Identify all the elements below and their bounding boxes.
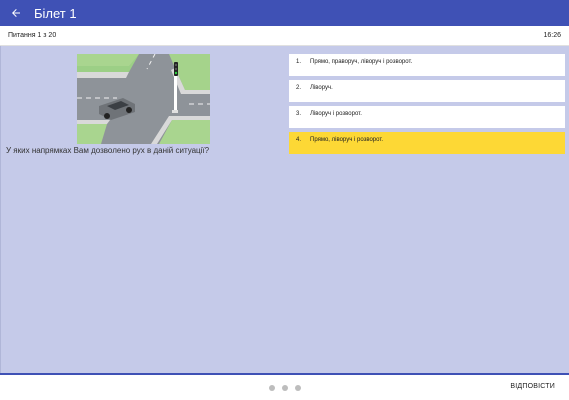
- status-bar: Питання 1 з 20 16:26: [0, 26, 569, 46]
- page-dot: [268, 384, 275, 391]
- submit-answer-button[interactable]: ВІДПОВІСТИ: [510, 383, 555, 390]
- answer-text: Прямо, праворуч, ліворуч і розворот.: [310, 59, 413, 65]
- question-area: У яких напрямках Вам дозволено рух в дан…: [0, 46, 569, 373]
- answer-option-2[interactable]: 2. Ліворуч.: [289, 80, 565, 102]
- answer-option-4[interactable]: 4. Прямо, ліворуч і розворот.: [289, 132, 565, 154]
- bottom-bar: ВІДПОВІСТИ: [0, 373, 569, 400]
- answer-option-1[interactable]: 1. Прямо, праворуч, ліворуч і розворот.: [289, 54, 565, 76]
- answer-number: 2.: [296, 85, 302, 91]
- answer-text: Прямо, ліворуч і розворот.: [310, 137, 384, 143]
- situation-image: [77, 54, 210, 144]
- answer-number: 1.: [296, 59, 302, 65]
- app-bar: Білет 1: [0, 0, 569, 26]
- back-button[interactable]: [2, 0, 30, 26]
- answer-list: 1. Прямо, праворуч, ліворуч і розворот. …: [289, 54, 565, 158]
- arrow-back-icon: [12, 9, 20, 17]
- ticket-title: Білет 1: [34, 5, 77, 21]
- timer: 16:26: [543, 32, 561, 39]
- question-progress: Питання 1 з 20: [8, 32, 57, 39]
- answer-number: 4.: [296, 137, 302, 143]
- page-dot: [294, 384, 301, 391]
- page-dot: [281, 384, 288, 391]
- page-indicator: [268, 384, 301, 391]
- answer-option-3[interactable]: 3. Ліворуч і розворот.: [289, 106, 565, 128]
- question-text: У яких напрямках Вам дозволено рух в дан…: [6, 146, 210, 155]
- answer-number: 3.: [296, 111, 302, 117]
- answer-text: Ліворуч.: [310, 85, 333, 91]
- answer-text: Ліворуч і розворот.: [310, 111, 362, 117]
